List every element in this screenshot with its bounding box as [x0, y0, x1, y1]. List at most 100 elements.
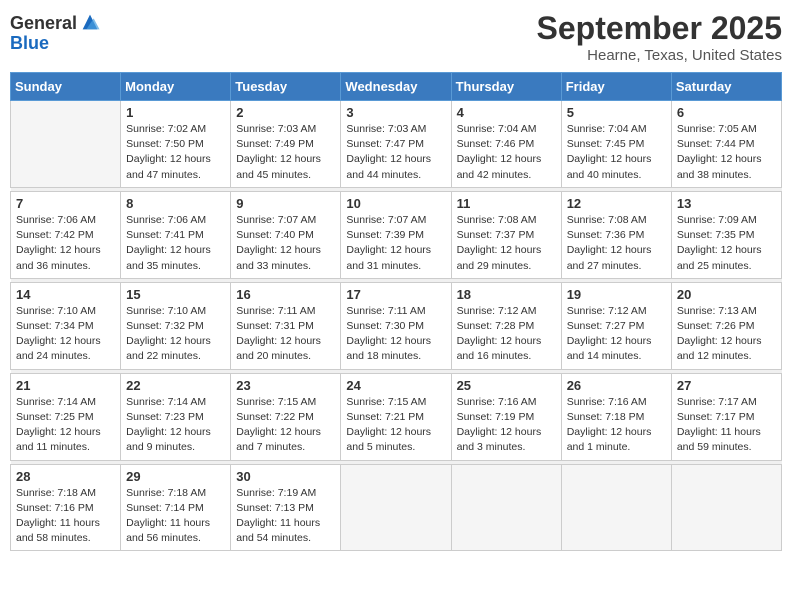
- day-info: Sunrise: 7:15 AM Sunset: 7:22 PM Dayligh…: [236, 395, 335, 456]
- weekday-header-sunday: Sunday: [11, 73, 121, 101]
- day-info: Sunrise: 7:04 AM Sunset: 7:46 PM Dayligh…: [457, 122, 556, 183]
- day-info: Sunrise: 7:14 AM Sunset: 7:25 PM Dayligh…: [16, 395, 115, 456]
- day-info: Sunrise: 7:08 AM Sunset: 7:37 PM Dayligh…: [457, 213, 556, 274]
- day-info: Sunrise: 7:10 AM Sunset: 7:32 PM Dayligh…: [126, 304, 225, 365]
- page-header: General Blue September 2025 Hearne, Texa…: [10, 10, 782, 64]
- calendar-week-row: 28 Sunrise: 7:18 AM Sunset: 7:16 PM Dayli…: [11, 464, 782, 551]
- calendar-cell: 3 Sunrise: 7:03 AM Sunset: 7:47 PM Daylig…: [341, 101, 451, 188]
- day-number: 19: [567, 287, 666, 302]
- day-info: Sunrise: 7:11 AM Sunset: 7:30 PM Dayligh…: [346, 304, 445, 365]
- day-info: Sunrise: 7:15 AM Sunset: 7:21 PM Dayligh…: [346, 395, 445, 456]
- calendar-table: SundayMondayTuesdayWednesdayThursdayFrid…: [10, 72, 782, 551]
- calendar-cell: 9Sunrise: 7:07 AM Sunset: 7:40 PM Daylig…: [231, 191, 341, 278]
- day-number: 5: [567, 105, 666, 120]
- day-number: 14: [16, 287, 115, 302]
- day-number: 1: [126, 105, 225, 120]
- calendar-cell: 20 Sunrise: 7:13 AM Sunset: 7:26 PM Dayli…: [671, 282, 781, 369]
- calendar-cell: 18 Sunrise: 7:12 AM Sunset: 7:28 PM Dayli…: [451, 282, 561, 369]
- day-info: Sunrise: 7:07 AM Sunset: 7:39 PM Dayligh…: [346, 213, 445, 274]
- weekday-header-monday: Monday: [121, 73, 231, 101]
- calendar-cell: 7Sunrise: 7:06 AM Sunset: 7:42 PM Daylig…: [11, 191, 121, 278]
- day-number: 30: [236, 469, 335, 484]
- day-number: 20: [677, 287, 776, 302]
- weekday-header-wednesday: Wednesday: [341, 73, 451, 101]
- calendar-cell: [11, 101, 121, 188]
- day-number: 16: [236, 287, 335, 302]
- logo-icon: [79, 11, 101, 33]
- day-info: Sunrise: 7:11 AM Sunset: 7:31 PM Dayligh…: [236, 304, 335, 365]
- day-number: 15: [126, 287, 225, 302]
- day-number: 13: [677, 196, 776, 211]
- day-number: 25: [457, 378, 556, 393]
- day-info: Sunrise: 7:14 AM Sunset: 7:23 PM Dayligh…: [126, 395, 225, 456]
- calendar-cell: 8 Sunrise: 7:06 AM Sunset: 7:41 PM Daylig…: [121, 191, 231, 278]
- day-number: 28: [16, 469, 115, 484]
- calendar-cell: [341, 464, 451, 551]
- day-number: 3: [346, 105, 445, 120]
- calendar-cell: 25 Sunrise: 7:16 AM Sunset: 7:19 PM Dayli…: [451, 373, 561, 460]
- day-number: 9: [236, 196, 335, 211]
- calendar-cell: [671, 464, 781, 551]
- day-number: 22: [126, 378, 225, 393]
- calendar-cell: 28 Sunrise: 7:18 AM Sunset: 7:16 PM Dayli…: [11, 464, 121, 551]
- calendar-cell: 21 Sunrise: 7:14 AM Sunset: 7:25 PM Dayli…: [11, 373, 121, 460]
- day-info: Sunrise: 7:12 AM Sunset: 7:27 PM Dayligh…: [567, 304, 666, 365]
- day-info: Sunrise: 7:16 AM Sunset: 7:18 PM Dayligh…: [567, 395, 666, 456]
- day-number: 26: [567, 378, 666, 393]
- day-info: Sunrise: 7:13 AM Sunset: 7:26 PM Dayligh…: [677, 304, 776, 365]
- logo-general-text: General: [10, 14, 77, 34]
- calendar-cell: 30 Sunrise: 7:19 AM Sunset: 7:13 PM Dayli…: [231, 464, 341, 551]
- day-number: 18: [457, 287, 556, 302]
- calendar-cell: 12 Sunrise: 7:08 AM Sunset: 7:36 PM Dayli…: [561, 191, 671, 278]
- day-info: Sunrise: 7:19 AM Sunset: 7:13 PM Dayligh…: [236, 486, 335, 547]
- day-info: Sunrise: 7:05 AM Sunset: 7:44 PM Dayligh…: [677, 122, 776, 183]
- day-info: Sunrise: 7:08 AM Sunset: 7:36 PM Dayligh…: [567, 213, 666, 274]
- day-number: 11: [457, 196, 556, 211]
- calendar-cell: 10 Sunrise: 7:07 AM Sunset: 7:39 PM Dayli…: [341, 191, 451, 278]
- weekday-header-row: SundayMondayTuesdayWednesdayThursdayFrid…: [11, 73, 782, 101]
- day-info: Sunrise: 7:04 AM Sunset: 7:45 PM Dayligh…: [567, 122, 666, 183]
- calendar-week-row: 21 Sunrise: 7:14 AM Sunset: 7:25 PM Dayli…: [11, 373, 782, 460]
- day-info: Sunrise: 7:06 AM Sunset: 7:41 PM Dayligh…: [126, 213, 225, 274]
- day-number: 7: [16, 196, 115, 211]
- calendar-cell: 5 Sunrise: 7:04 AM Sunset: 7:45 PM Daylig…: [561, 101, 671, 188]
- weekday-header-saturday: Saturday: [671, 73, 781, 101]
- calendar-cell: 15 Sunrise: 7:10 AM Sunset: 7:32 PM Dayli…: [121, 282, 231, 369]
- calendar-cell: 14 Sunrise: 7:10 AM Sunset: 7:34 PM Dayli…: [11, 282, 121, 369]
- day-number: 23: [236, 378, 335, 393]
- location-text: Hearne, Texas, United States: [537, 47, 782, 64]
- day-number: 4: [457, 105, 556, 120]
- day-number: 27: [677, 378, 776, 393]
- day-number: 2: [236, 105, 335, 120]
- day-info: Sunrise: 7:17 AM Sunset: 7:17 PM Dayligh…: [677, 395, 776, 456]
- weekday-header-thursday: Thursday: [451, 73, 561, 101]
- day-number: 21: [16, 378, 115, 393]
- calendar-week-row: 7Sunrise: 7:06 AM Sunset: 7:42 PM Daylig…: [11, 191, 782, 278]
- calendar-cell: 19 Sunrise: 7:12 AM Sunset: 7:27 PM Dayli…: [561, 282, 671, 369]
- day-number: 8: [126, 196, 225, 211]
- day-info: Sunrise: 7:03 AM Sunset: 7:47 PM Dayligh…: [346, 122, 445, 183]
- day-number: 10: [346, 196, 445, 211]
- day-number: 17: [346, 287, 445, 302]
- title-block: September 2025 Hearne, Texas, United Sta…: [537, 10, 782, 64]
- weekday-header-tuesday: Tuesday: [231, 73, 341, 101]
- calendar-cell: 26 Sunrise: 7:16 AM Sunset: 7:18 PM Dayli…: [561, 373, 671, 460]
- day-info: Sunrise: 7:10 AM Sunset: 7:34 PM Dayligh…: [16, 304, 115, 365]
- month-title: September 2025: [537, 10, 782, 47]
- calendar-cell: 11 Sunrise: 7:08 AM Sunset: 7:37 PM Dayli…: [451, 191, 561, 278]
- calendar-cell: [451, 464, 561, 551]
- calendar-cell: [561, 464, 671, 551]
- calendar-cell: 29Sunrise: 7:18 AM Sunset: 7:14 PM Dayli…: [121, 464, 231, 551]
- day-info: Sunrise: 7:12 AM Sunset: 7:28 PM Dayligh…: [457, 304, 556, 365]
- day-number: 29: [126, 469, 225, 484]
- calendar-cell: 2Sunrise: 7:03 AM Sunset: 7:49 PM Daylig…: [231, 101, 341, 188]
- day-info: Sunrise: 7:16 AM Sunset: 7:19 PM Dayligh…: [457, 395, 556, 456]
- calendar-week-row: 1Sunrise: 7:02 AM Sunset: 7:50 PM Daylig…: [11, 101, 782, 188]
- logo: General Blue: [10, 14, 101, 54]
- calendar-cell: 22 Sunrise: 7:14 AM Sunset: 7:23 PM Dayli…: [121, 373, 231, 460]
- day-info: Sunrise: 7:09 AM Sunset: 7:35 PM Dayligh…: [677, 213, 776, 274]
- day-number: 12: [567, 196, 666, 211]
- day-info: Sunrise: 7:18 AM Sunset: 7:16 PM Dayligh…: [16, 486, 115, 547]
- calendar-cell: 23 Sunrise: 7:15 AM Sunset: 7:22 PM Dayli…: [231, 373, 341, 460]
- calendar-cell: 17 Sunrise: 7:11 AM Sunset: 7:30 PM Dayli…: [341, 282, 451, 369]
